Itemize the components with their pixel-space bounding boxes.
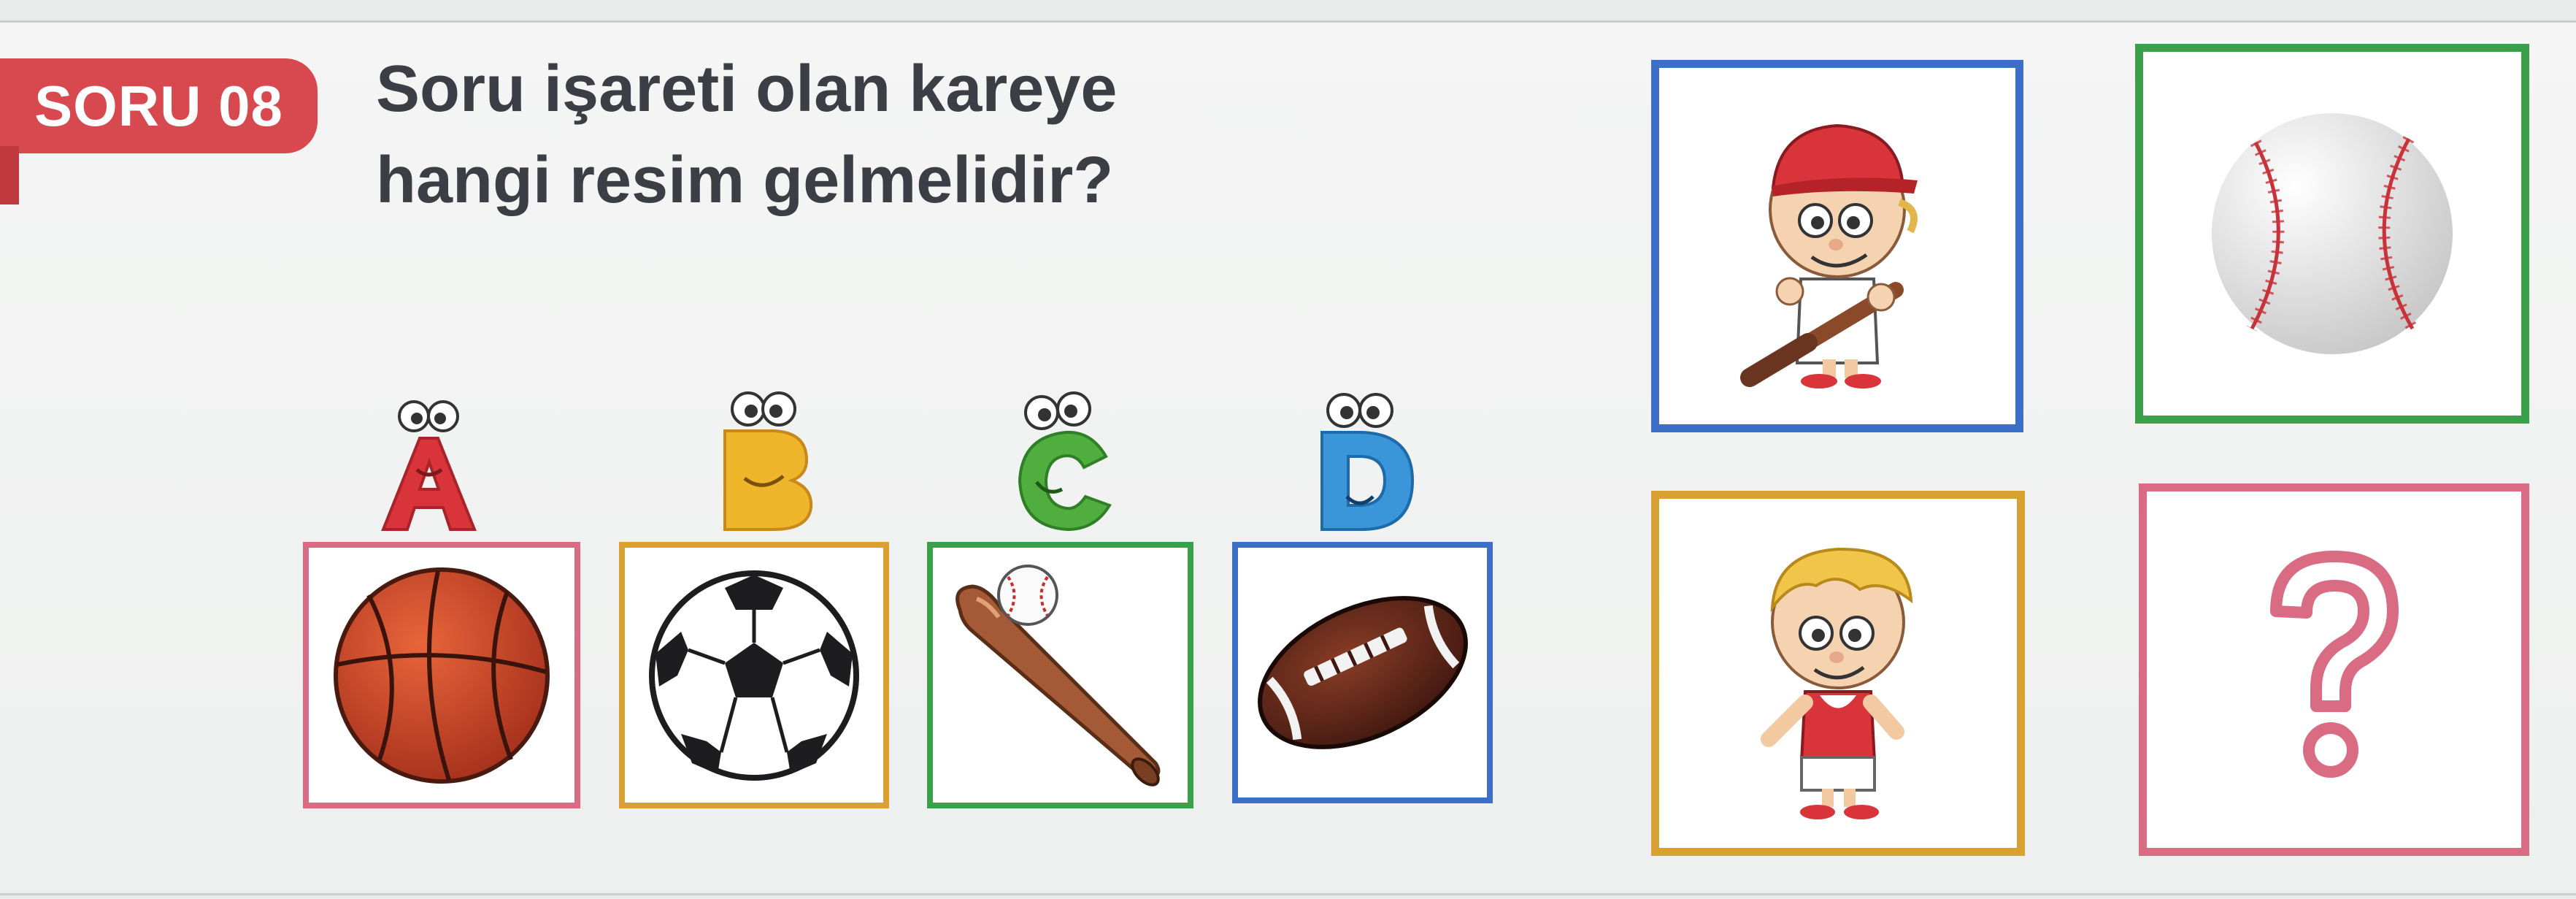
option-d-box[interactable] — [1232, 542, 1493, 803]
question-text: Soru işareti olan kareye hangi resim gel… — [376, 44, 1215, 226]
option-b-letter-icon — [723, 391, 813, 531]
option-b-box[interactable] — [619, 542, 889, 808]
soccer-ball-icon — [649, 570, 859, 781]
badge-label: SORU 08 — [34, 73, 283, 138]
option-a-box[interactable] — [303, 542, 580, 808]
question-line-1: Soru işareti olan kareye — [376, 53, 1118, 126]
question-line-2: hangi resim gelmelidir? — [376, 144, 1114, 217]
question-number-badge: SORU 08 — [0, 58, 318, 153]
option-c-box[interactable] — [927, 542, 1193, 808]
question-mark-icon — [2269, 551, 2399, 778]
baseball-player-boy-icon — [1740, 123, 1918, 389]
grid-box-top-left — [1651, 60, 2023, 432]
basketball-icon — [334, 567, 550, 784]
option-d-letter-icon — [1320, 393, 1415, 531]
grid-box-bottom-left — [1651, 491, 2025, 856]
grid-box-bottom-right — [2139, 483, 2529, 856]
basketball-player-boy-icon — [1761, 547, 1913, 819]
grid-box-top-right — [2135, 44, 2529, 424]
american-football-icon — [1257, 596, 1468, 749]
baseball-icon — [2212, 113, 2453, 354]
baseball-bat-and-ball-icon — [955, 564, 1160, 787]
option-c-letter-icon — [1018, 391, 1112, 532]
option-a-letter-icon — [381, 400, 477, 531]
badge-fold — [0, 146, 19, 204]
